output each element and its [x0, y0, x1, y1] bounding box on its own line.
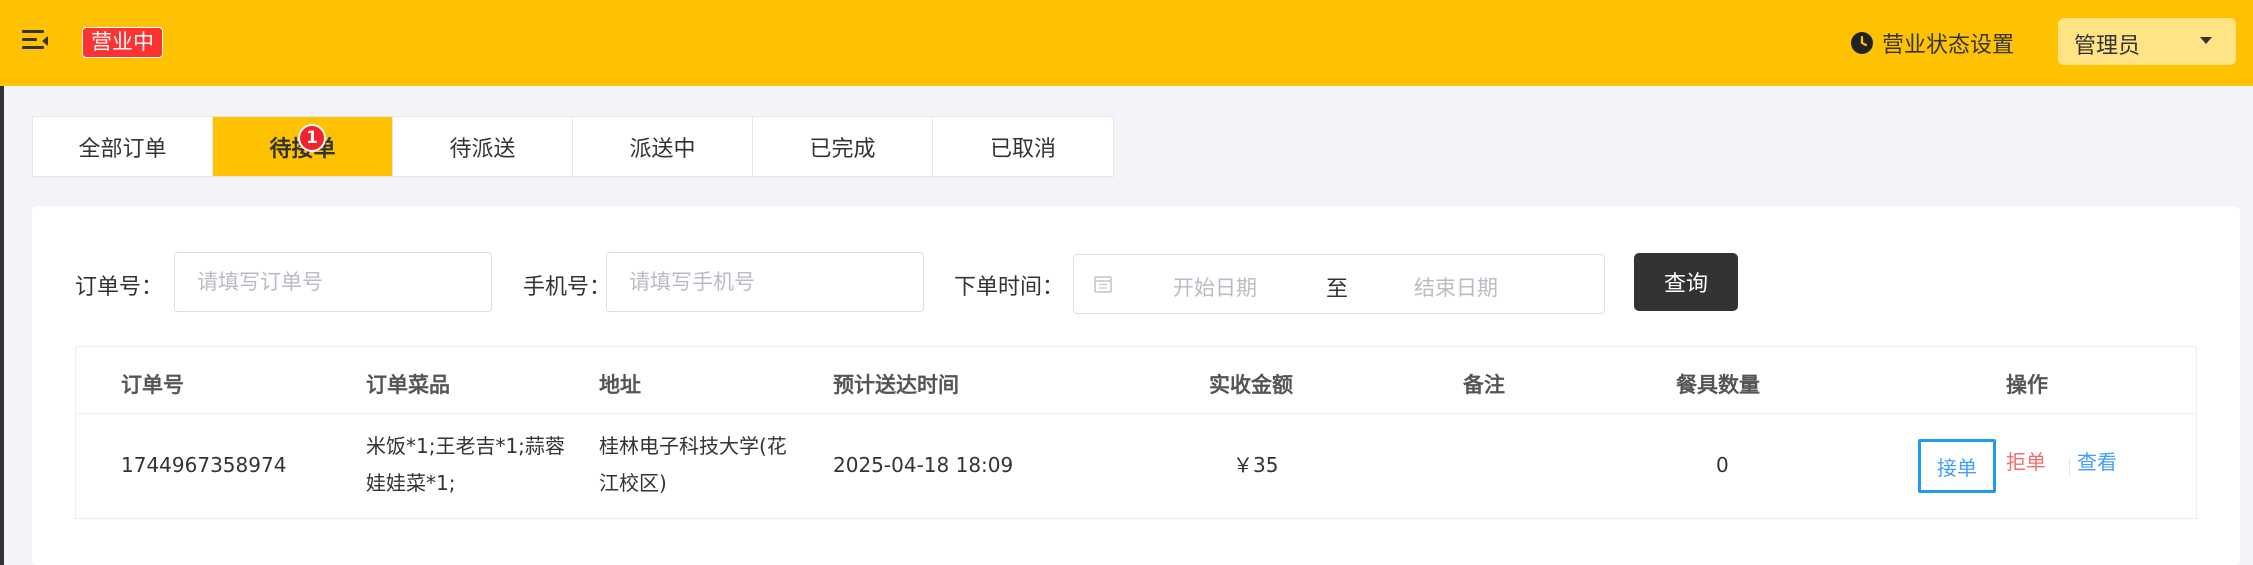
business-status-setting-label: 营业状态设置 — [1882, 33, 2015, 58]
clock-icon — [1851, 32, 1873, 54]
tab-pending-dispatch[interactable]: 待派送 — [393, 117, 573, 176]
chevron-down-icon — [2200, 37, 2212, 44]
cell-tableware: 0 — [1716, 453, 1729, 477]
pending-count-badge: 1 — [298, 124, 326, 152]
calendar-icon — [1094, 276, 1112, 293]
tab-delivering[interactable]: 派送中 — [573, 117, 753, 176]
phone-label: 手机号： — [523, 275, 612, 300]
header-tableware: 餐具数量 — [1676, 373, 1760, 397]
order-status-tabs: 全部订单 待接单 待派送 派送中 已完成 已取消 — [32, 116, 1114, 177]
order-no-label: 订单号： — [75, 275, 164, 300]
reject-order-button[interactable]: 拒单 — [2006, 446, 2046, 475]
left-edge-bar — [0, 86, 4, 565]
start-date-input[interactable]: 开始日期 — [1173, 272, 1257, 302]
cell-address-line2: 江校区) — [599, 471, 667, 495]
cell-eta: 2025-04-18 18:09 — [833, 453, 1014, 477]
tab-completed[interactable]: 已完成 — [753, 117, 933, 176]
header-address: 地址 — [599, 373, 641, 397]
header-remark: 备注 — [1463, 373, 1505, 397]
cell-address: 桂林电子科技大学(花 江校区) — [599, 428, 809, 502]
order-time-label: 下单时间： — [954, 275, 1065, 300]
business-status-tag: 营业中 — [82, 27, 163, 58]
table-header: 订单号 订单菜品 地址 预计送达时间 实收金额 备注 餐具数量 操作 — [76, 347, 2196, 414]
header-actions: 操作 — [2006, 373, 2048, 397]
table-row: 1744967358974 米饭*1;王老吉*1;蒜蓉 娃娃菜*1; 桂林电子科… — [76, 414, 2196, 518]
tab-all-orders[interactable]: 全部订单 — [33, 117, 213, 176]
business-status-setting-button[interactable]: 营业状态设置 — [1850, 26, 2014, 60]
accept-order-button[interactable]: 接单 — [1918, 439, 1996, 493]
action-divider — [2069, 458, 2070, 476]
cell-amount: ￥35 — [1233, 453, 1279, 477]
end-date-input[interactable]: 结束日期 — [1414, 272, 1498, 302]
query-button[interactable]: 查询 — [1634, 253, 1738, 311]
header-eta: 预计送达时间 — [833, 373, 959, 397]
cell-dishes-line2: 娃娃菜*1; — [366, 471, 456, 495]
header-dishes: 订单菜品 — [366, 373, 450, 397]
view-order-button[interactable]: 查看 — [2077, 446, 2117, 475]
cell-dishes-line1: 米饭*1;王老吉*1;蒜蓉 — [366, 434, 565, 458]
cell-order-no: 1744967358974 — [121, 453, 287, 477]
admin-name: 管理员 — [2074, 34, 2141, 59]
date-range-separator: 至 — [1326, 277, 1349, 302]
orders-table: 订单号 订单菜品 地址 预计送达时间 实收金额 备注 餐具数量 操作 17449… — [75, 346, 2197, 519]
cell-address-line1: 桂林电子科技大学(花 — [599, 434, 787, 458]
top-header: 营业中 营业状态设置 管理员 — [0, 0, 2253, 86]
menu-collapse-icon[interactable] — [22, 30, 50, 54]
admin-dropdown[interactable]: 管理员 — [2058, 18, 2236, 65]
header-order-no: 订单号 — [121, 373, 184, 397]
cell-dishes: 米饭*1;王老吉*1;蒜蓉 娃娃菜*1; — [366, 428, 576, 502]
phone-input[interactable] — [606, 252, 924, 312]
order-no-input[interactable] — [174, 252, 492, 312]
header-amount: 实收金额 — [1209, 373, 1293, 397]
tab-cancelled[interactable]: 已取消 — [933, 117, 1113, 176]
order-date-range-picker[interactable]: 开始日期 至 结束日期 — [1073, 254, 1605, 314]
